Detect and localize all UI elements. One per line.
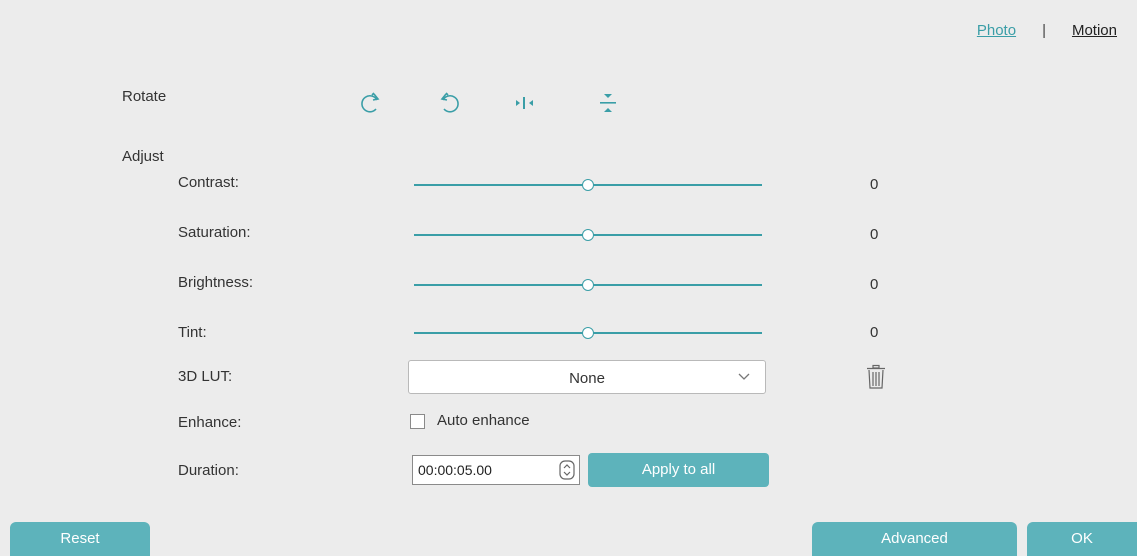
- rotate-label: Rotate: [122, 88, 167, 105]
- mode-tabs: Photo | Motion: [977, 22, 1117, 39]
- reset-button[interactable]: Reset: [10, 522, 150, 556]
- duration-field[interactable]: [412, 455, 580, 485]
- ok-button[interactable]: OK: [1027, 522, 1137, 556]
- trash-icon[interactable]: [865, 364, 887, 390]
- lut-label: 3D LUT:: [178, 368, 233, 385]
- slider-thumb[interactable]: [582, 279, 594, 291]
- advanced-button[interactable]: Advanced: [812, 522, 1017, 556]
- slider-thumb[interactable]: [582, 327, 594, 339]
- rotate-counterclockwise-icon[interactable]: [436, 91, 462, 115]
- flip-vertical-icon[interactable]: [598, 92, 618, 114]
- flip-horizontal-icon[interactable]: [514, 95, 536, 111]
- saturation-label: Saturation:: [178, 224, 251, 241]
- adjust-label: Adjust: [122, 148, 164, 165]
- contrast-label: Contrast:: [178, 174, 239, 191]
- lut-selected-value: None: [569, 370, 605, 387]
- brightness-value: 0: [870, 276, 879, 293]
- chevron-down-icon: [737, 369, 751, 388]
- duration-input[interactable]: [416, 461, 560, 479]
- lut-select[interactable]: None: [408, 360, 766, 394]
- tint-slider[interactable]: [414, 326, 762, 340]
- spinner-arrows-icon[interactable]: [559, 460, 575, 485]
- duration-label: Duration:: [178, 462, 239, 479]
- enhance-label: Enhance:: [178, 414, 242, 431]
- slider-thumb[interactable]: [582, 179, 594, 191]
- tab-separator: |: [1042, 22, 1046, 39]
- brightness-label: Brightness:: [178, 274, 254, 291]
- tab-photo[interactable]: Photo: [977, 22, 1016, 39]
- tint-label: Tint:: [178, 324, 207, 341]
- apply-to-all-button[interactable]: Apply to all: [588, 453, 769, 487]
- tint-value: 0: [870, 324, 879, 341]
- slider-thumb[interactable]: [582, 229, 594, 241]
- saturation-slider[interactable]: [414, 228, 762, 242]
- auto-enhance-label[interactable]: Auto enhance: [437, 412, 530, 429]
- tab-motion[interactable]: Motion: [1072, 22, 1117, 39]
- auto-enhance-checkbox[interactable]: [410, 414, 425, 429]
- rotate-clockwise-icon[interactable]: [358, 91, 384, 115]
- saturation-value: 0: [870, 226, 879, 243]
- brightness-slider[interactable]: [414, 278, 762, 292]
- contrast-value: 0: [870, 176, 879, 193]
- contrast-slider[interactable]: [414, 178, 762, 192]
